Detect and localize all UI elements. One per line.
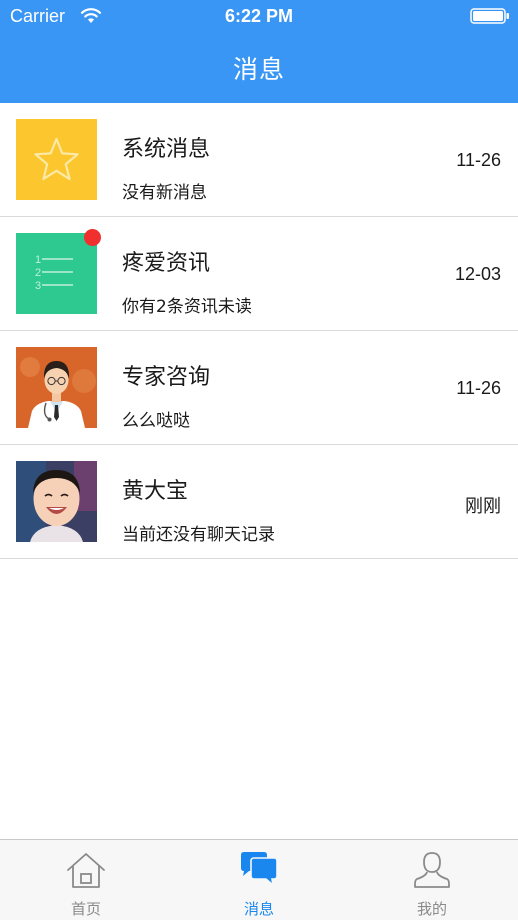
tab-label: 我的 [416, 900, 447, 918]
person-icon [412, 851, 452, 893]
row-title: 专家咨询 [122, 365, 211, 390]
row-subtitle: 当前还没有聊天记录 [122, 525, 275, 545]
unread-badge [84, 229, 101, 246]
row-time: 12-03 [454, 264, 501, 284]
chat-bubbles-icon [239, 851, 279, 893]
battery-icon [470, 8, 510, 24]
home-icon [66, 851, 106, 893]
row-title: 黄大宝 [122, 479, 189, 504]
message-row-news[interactable]: 1 2 3 疼爱资讯 你有2条资讯未读 12-03 [0, 217, 518, 331]
tab-label: 消息 [243, 900, 274, 918]
row-time: 11-26 [456, 150, 501, 170]
svg-text:1: 1 [35, 254, 41, 266]
message-list: 系统消息 没有新消息 11-26 1 2 3 疼爱资讯 你有2条资讯未读 12-… [0, 103, 518, 559]
message-row-system[interactable]: 系统消息 没有新消息 11-26 [0, 103, 518, 217]
svg-text:3: 3 [35, 280, 41, 292]
messages-screen: Carrier 6:22 PM 消息 系统消息 没有新消息 11-26 1 2 … [0, 0, 518, 920]
svg-text:2: 2 [35, 267, 41, 279]
row-subtitle: 没有新消息 [122, 183, 207, 203]
tab-profile[interactable]: 我的 [346, 840, 518, 920]
status-bar: Carrier 6:22 PM [0, 0, 518, 34]
row-time: 11-26 [456, 378, 501, 398]
doctor-avatar [16, 347, 97, 428]
row-title: 疼爱资讯 [122, 251, 211, 276]
header: Carrier 6:22 PM 消息 [0, 0, 518, 103]
status-time: 6:22 PM [224, 6, 294, 26]
row-subtitle: 么么哒哒 [122, 411, 190, 431]
child-photo-avatar [16, 461, 97, 542]
tab-messages[interactable]: 消息 [173, 840, 345, 920]
message-row-chat[interactable]: 黄大宝 当前还没有聊天记录 刚刚 [0, 445, 518, 559]
tab-bar: 首页 消息 我的 [0, 839, 518, 920]
message-row-expert[interactable]: 专家咨询 么么哒哒 11-26 [0, 331, 518, 445]
row-time: 刚刚 [465, 496, 501, 516]
tab-label: 首页 [70, 900, 101, 918]
numbered-list-icon: 1 2 3 [16, 233, 97, 314]
tab-home[interactable]: 首页 [0, 840, 172, 920]
row-subtitle: 你有2条资讯未读 [122, 297, 252, 317]
page-title: 消息 [232, 55, 285, 84]
star-icon [16, 119, 97, 200]
row-title: 系统消息 [122, 137, 211, 162]
